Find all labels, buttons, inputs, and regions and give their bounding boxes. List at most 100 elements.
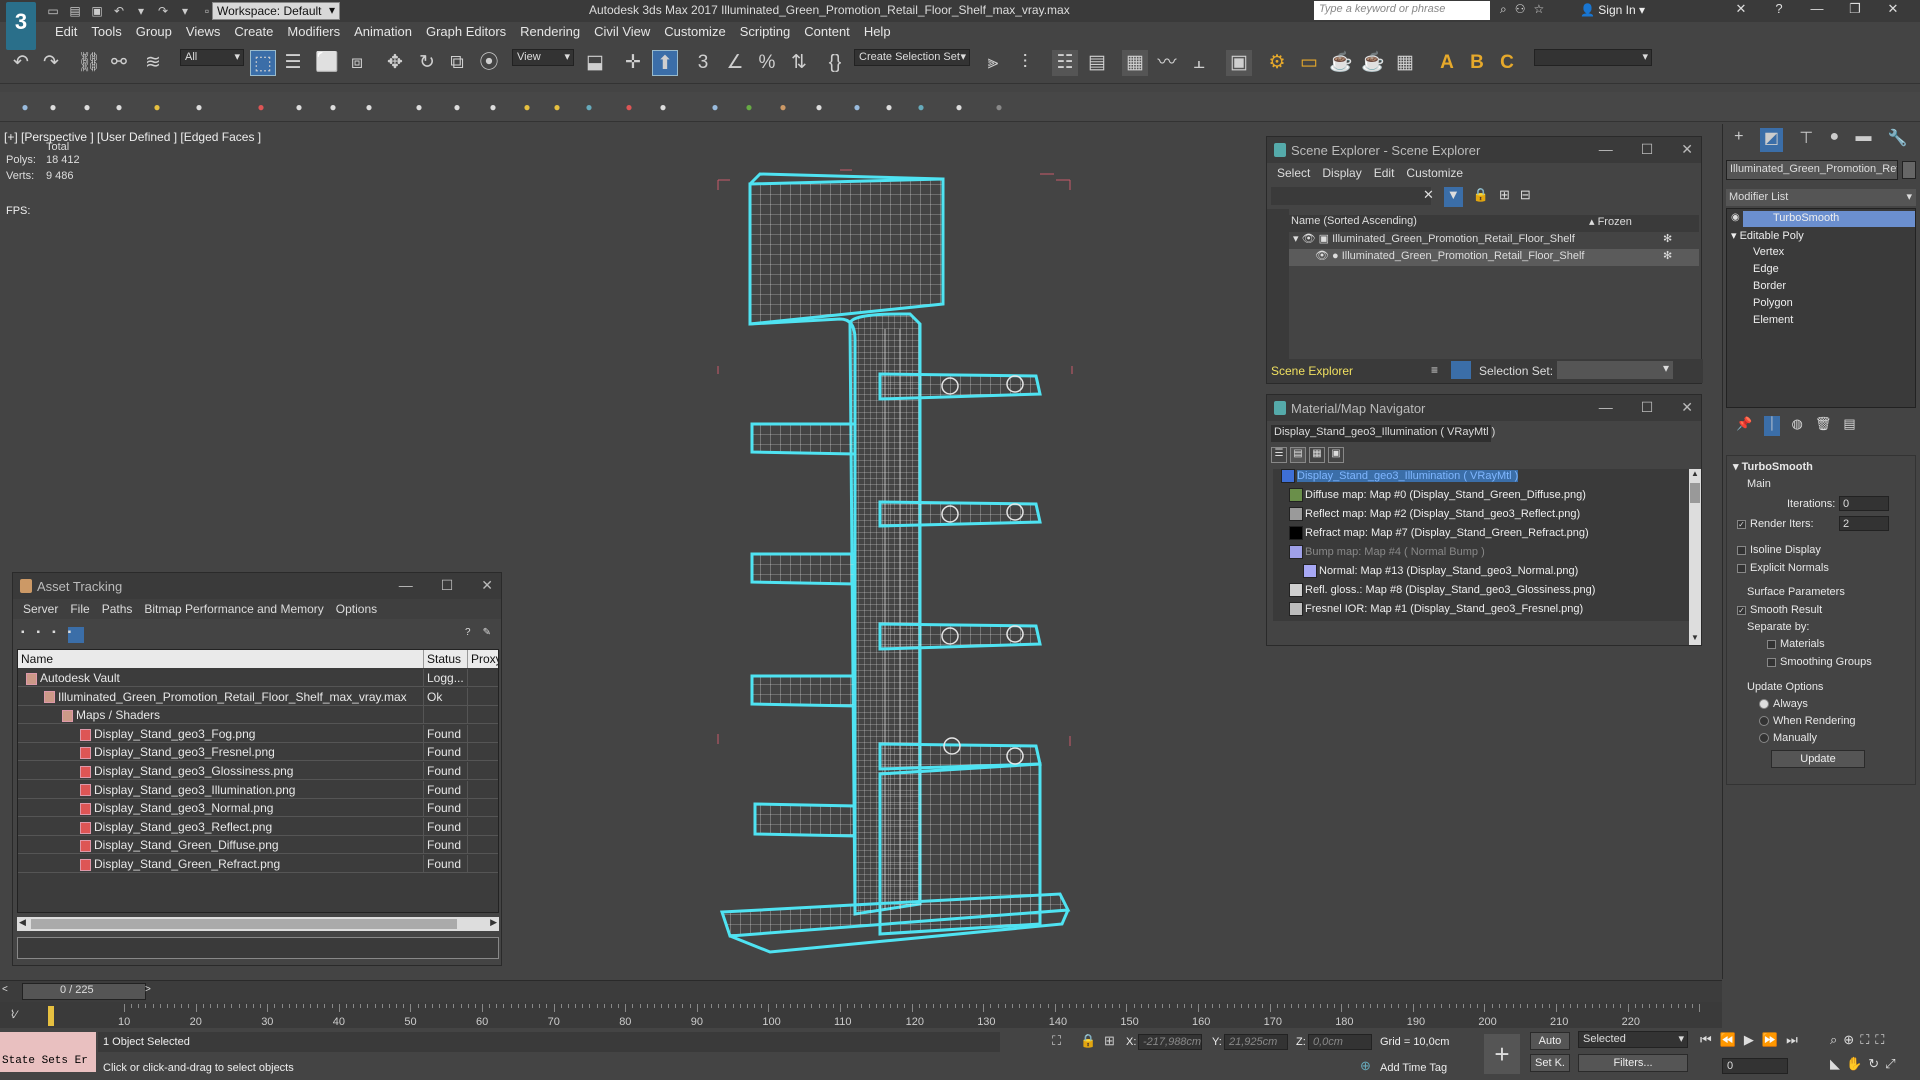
when-rendering-radio[interactable]: When Rendering <box>1759 715 1856 727</box>
render-setup-icon[interactable]: ⚙ <box>1264 50 1290 76</box>
column-header-proxy[interactable]: Proxy... <box>468 650 498 668</box>
help-icon[interactable]: ? <box>1760 1 1798 17</box>
material-tree-row[interactable]: Display_Stand_geo3_Illumination ( VRayMt… <box>1273 469 1519 487</box>
placement-icon[interactable]: ⦿ <box>476 50 502 76</box>
set-key-icon[interactable]: + <box>1484 1034 1520 1074</box>
material-navigator-header[interactable]: Material/Map Navigator — ☐ ✕ <box>1267 395 1701 421</box>
save-icon[interactable]: ▣ <box>88 2 106 20</box>
reference-coord-dropdown[interactable]: View <box>512 49 574 66</box>
menu-edit[interactable]: Edit <box>48 22 84 42</box>
align-icon[interactable]: ⫶ <box>1012 50 1038 76</box>
view-list-icon[interactable]: ☰ <box>1271 447 1287 463</box>
zoom-icon[interactable]: ⌕ <box>1830 1032 1837 1048</box>
isolate-selection-icon[interactable]: ⛶ <box>1052 1033 1061 1049</box>
scene-explorer-menu-display[interactable]: Display <box>1316 166 1367 180</box>
toggle-ribbon-icon[interactable]: ▦ <box>1122 50 1148 76</box>
minimize-button[interactable]: — <box>1599 141 1613 158</box>
particle-icon[interactable]: ● <box>654 98 672 116</box>
dome-icon[interactable]: ● <box>548 98 566 116</box>
stack-item-border[interactable]: Border <box>1753 280 1786 292</box>
zoom-extents-all-icon[interactable]: ⛶ <box>1875 1032 1884 1048</box>
create-tab-icon[interactable]: + <box>1734 128 1743 152</box>
space-warp-icon[interactable]: ● <box>706 98 724 116</box>
menu-graph-editors[interactable]: Graph Editors <box>419 22 513 42</box>
render-in-cloud-icon[interactable]: ▦ <box>1392 50 1418 76</box>
text-tool-icon[interactable]: A <box>1434 50 1460 76</box>
dummy-icon[interactable]: ● <box>44 98 62 116</box>
asset-row[interactable]: Illuminated_Green_Promotion_Retail_Floor… <box>18 687 424 706</box>
orbit-icon[interactable]: ↻ <box>1868 1056 1879 1072</box>
maximize-viewport-icon[interactable]: ⤢ <box>1885 1056 1895 1072</box>
dropdown-icon[interactable]: ▾ <box>132 2 150 20</box>
rendered-frame-window-icon[interactable]: ▭ <box>1296 50 1322 76</box>
scroll-left-icon[interactable]: ◀ <box>19 917 26 928</box>
asset-row[interactable]: Autodesk Vault <box>18 669 424 687</box>
make-unique-icon[interactable]: ◍ <box>1792 416 1803 436</box>
window-crossing-icon[interactable]: ⧈ <box>344 50 370 76</box>
cone-icon[interactable]: ● <box>448 98 466 116</box>
asset-menu-server[interactable]: Server <box>17 602 64 616</box>
next-key-icon[interactable]: ⏩ <box>1762 1032 1778 1048</box>
stack-item-element[interactable]: Element <box>1753 314 1793 326</box>
sign-in-button[interactable]: 👤 Sign In ▾ <box>1580 3 1645 17</box>
scroll-thumb[interactable] <box>31 919 457 929</box>
menu-group[interactable]: Group <box>129 22 179 42</box>
utilities-tab-icon[interactable]: 🔧 <box>1888 128 1908 152</box>
redo-icon[interactable]: ↷ <box>154 2 172 20</box>
key-filters-button[interactable]: Filters... <box>1578 1054 1688 1072</box>
spinner-snap-icon[interactable]: ⇅ <box>786 50 812 76</box>
vray-light-icon[interactable]: ● <box>740 98 758 116</box>
dropdown-icon[interactable]: ▾ <box>176 2 194 20</box>
menu-modifiers[interactable]: Modifiers <box>280 22 347 42</box>
current-material-field[interactable]: Display_Stand_geo3_Illumination ( VRayMt… <box>1271 425 1495 442</box>
asset-row[interactable]: Display_Stand_Green_Refract.png <box>18 855 424 873</box>
iterations-spinner[interactable]: 0 <box>1839 496 1889 511</box>
material-tree-row[interactable]: Bump map: Map #4 ( Normal Bump ) <box>1273 545 1485 563</box>
camera-icon[interactable]: ● <box>190 98 208 116</box>
zoom-all-icon[interactable]: ⊕ <box>1843 1032 1854 1048</box>
scale-icon[interactable]: ⧉ <box>444 50 470 76</box>
stack-item-editable-poly[interactable]: ▾ Editable Poly <box>1731 229 1804 242</box>
selection-filter-dropdown[interactable]: All <box>180 49 244 66</box>
app-logo[interactable]: 3 <box>6 2 36 50</box>
pivot-icon[interactable]: ⬓ <box>582 50 608 76</box>
asset-row[interactable]: Display_Stand_geo3_Reflect.png <box>18 817 424 836</box>
stack-item-vertex[interactable]: Vertex <box>1753 246 1784 258</box>
asset-tracking-header[interactable]: Asset Tracking — ☐ ✕ <box>13 573 501 599</box>
create-geometry-icon[interactable]: ● <box>16 98 34 116</box>
curve-editor-icon[interactable]: 〰 <box>1154 50 1180 76</box>
asset-row[interactable]: Display_Stand_geo3_Fresnel.png <box>18 743 424 762</box>
maxscript-listener[interactable]: State Sets Er <box>0 1052 96 1072</box>
material-tree-row[interactable]: Normal: Map #13 (Display_Stand_geo3_Norm… <box>1273 564 1578 582</box>
layers-icon[interactable]: ≡ <box>1431 363 1438 377</box>
next-frame-icon[interactable]: > <box>145 984 151 995</box>
maximize-button[interactable]: ☐ <box>441 577 454 594</box>
redo-icon[interactable]: ↷ <box>38 50 64 76</box>
scene-explorer-menu-edit[interactable]: Edit <box>1368 166 1401 180</box>
mini-curve-editor-icon[interactable]: ⌇⁄ <box>10 1008 17 1021</box>
prev-frame-icon[interactable]: < <box>2 984 8 995</box>
maximize-button[interactable]: ☐ <box>1641 141 1654 158</box>
material-tree-row[interactable]: Refl. gloss.: Map #8 (Display_Stand_geo3… <box>1273 583 1595 601</box>
binoculars-icon[interactable]: ⌕ <box>1500 2 1507 17</box>
search-input[interactable]: Type a keyword or phrase <box>1314 1 1490 20</box>
hierarchy-tab-icon[interactable]: ⊤ <box>1799 128 1813 152</box>
materials-checkbox[interactable]: Materials <box>1767 638 1825 650</box>
mirror-icon[interactable]: ⫸ <box>980 50 1006 76</box>
scene-explorer-menu-customize[interactable]: Customize <box>1400 166 1469 180</box>
material-tree-row[interactable]: Diffuse map: Map #0 (Display_Stand_Green… <box>1273 488 1586 506</box>
asset-menu-options[interactable]: Options <box>330 602 383 616</box>
column-header-name[interactable]: Name <box>18 650 424 668</box>
sun-icon[interactable]: ● <box>518 98 536 116</box>
sphere-icon[interactable]: ● <box>360 98 378 116</box>
vray-plane-icon[interactable]: ● <box>880 98 898 116</box>
go-to-end-icon[interactable]: ⏭ <box>1786 1032 1798 1048</box>
scene-explorer-search[interactable] <box>1271 187 1431 205</box>
smooth-result-checkbox[interactable]: ✓ Smooth Result <box>1737 604 1822 616</box>
shape-icon[interactable]: ● <box>290 98 308 116</box>
auto-key-button[interactable]: Auto <box>1530 1032 1570 1050</box>
filter-icon[interactable]: ▼ <box>1443 187 1463 207</box>
box-icon[interactable]: ● <box>78 98 96 116</box>
pin-stack-icon[interactable]: 📌 <box>1736 416 1752 436</box>
close-button[interactable]: ✕ <box>1681 399 1693 416</box>
